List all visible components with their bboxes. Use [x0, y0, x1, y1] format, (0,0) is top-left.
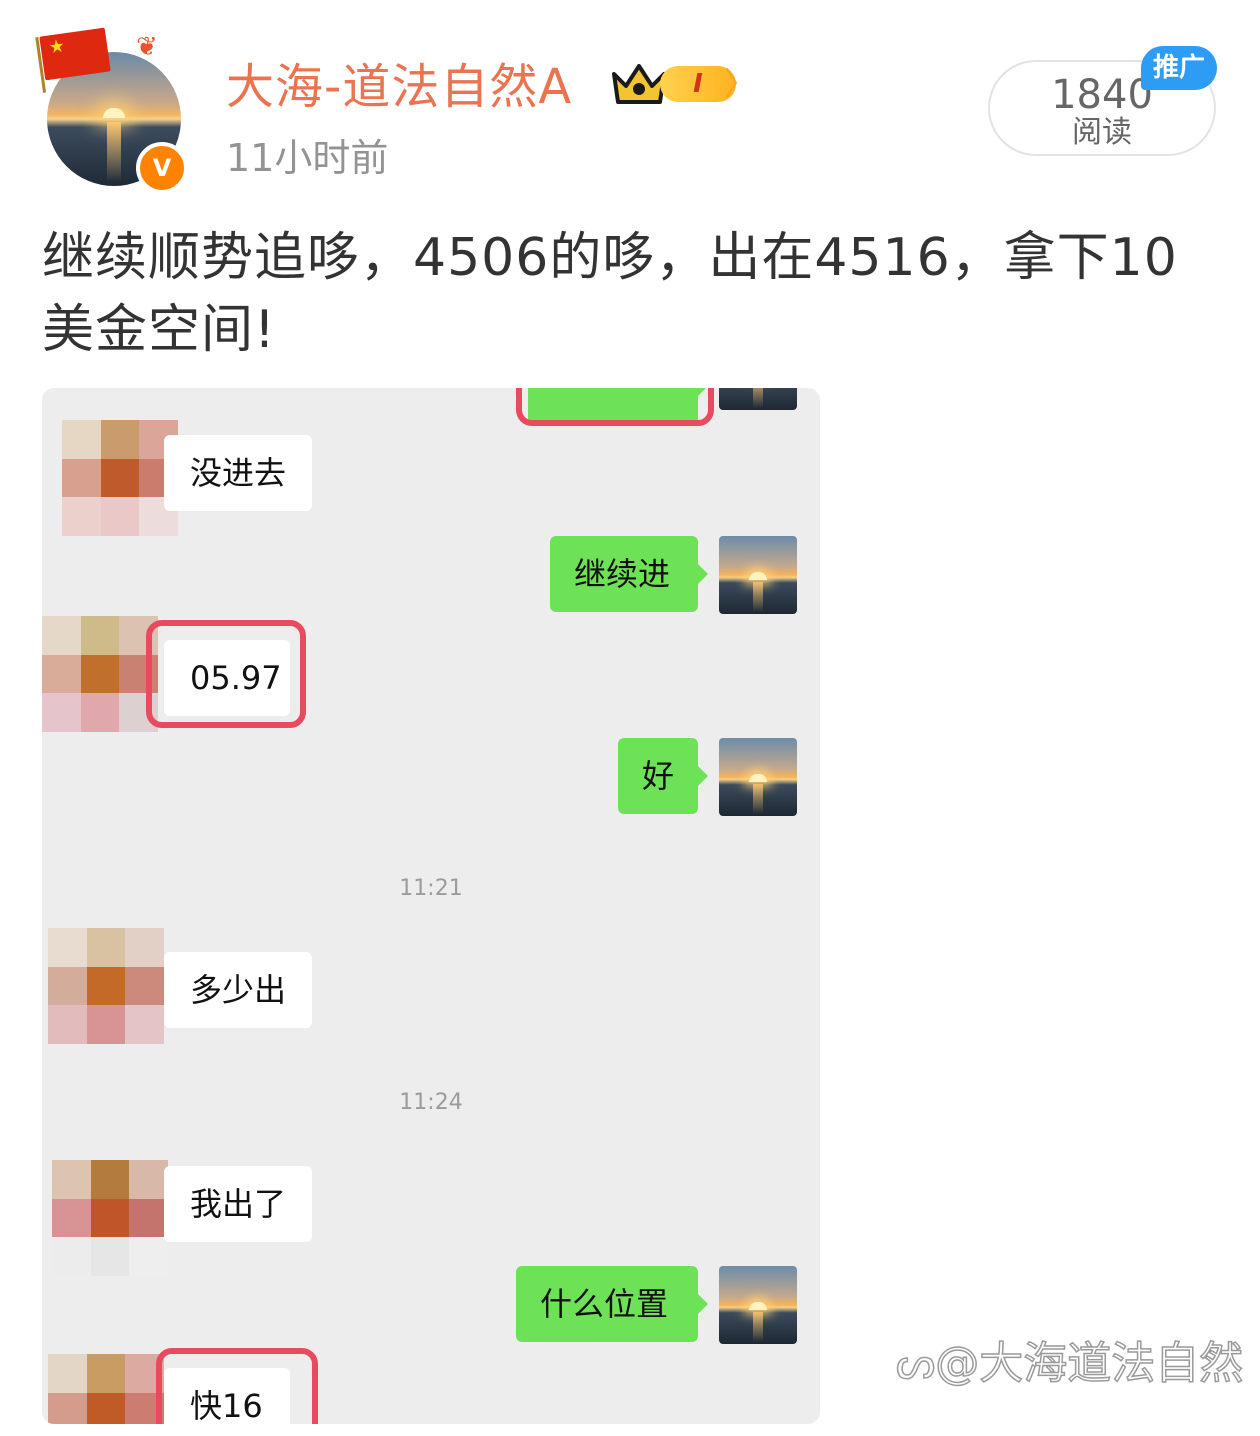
chat-bubble-right: 好	[618, 738, 708, 814]
highlight-box	[146, 620, 306, 728]
chat-bubble-left: 没进去	[164, 435, 312, 511]
chat-bubble-left: 多少出	[164, 952, 312, 1028]
post-text: 继续顺势追哆，4506的哆，出在4516，拿下10美金空间!	[42, 228, 1178, 360]
contact-avatar-pixelated	[62, 420, 178, 536]
dove-icon: ❦	[136, 32, 158, 62]
author-name[interactable]: 大海-道法自然A	[226, 58, 572, 116]
sender-avatar	[719, 388, 797, 410]
highlight-box	[516, 388, 714, 426]
weibo-icon: ᔕ	[895, 1337, 936, 1390]
watermark-text: @大海道法自然	[934, 1337, 1244, 1390]
contact-avatar-pixelated	[48, 1354, 164, 1424]
post-time: 11小时前	[226, 136, 389, 180]
watermark: ᔕ@大海道法自然	[895, 1336, 1244, 1392]
sender-avatar	[719, 1266, 797, 1344]
chat-timestamp: 11:24	[399, 1090, 463, 1115]
chat-bubble-left: 我出了	[164, 1166, 312, 1242]
verified-v-icon: V	[136, 142, 188, 194]
contact-avatar-pixelated	[52, 1160, 168, 1276]
chat-screenshot[interactable]: 没进去 继续进 05.97 好 11:21 多少出 11:24 我出了 什么位置…	[42, 388, 820, 1424]
contact-avatar-pixelated	[42, 616, 158, 732]
sender-avatar	[719, 536, 797, 614]
contact-avatar-pixelated	[48, 928, 164, 1044]
read-label: 阅读	[1072, 115, 1132, 150]
chat-bubble-right: 什么位置	[516, 1266, 708, 1342]
china-flag-icon: ★	[35, 27, 111, 93]
sender-avatar	[719, 738, 797, 816]
promo-badge: 推广	[1141, 46, 1217, 90]
highlight-box	[156, 1348, 318, 1424]
chat-timestamp: 11:21	[399, 876, 463, 901]
chat-bubble-right: 继续进	[550, 536, 708, 612]
chevron-right-icon: 〉	[724, 65, 757, 103]
